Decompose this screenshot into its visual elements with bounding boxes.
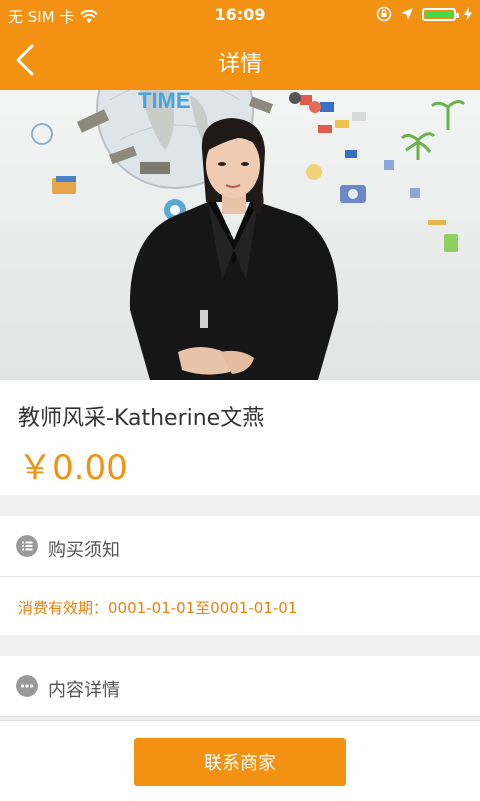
content-details-section[interactable]: 内容详情 [0, 656, 480, 717]
battery-fill [425, 10, 453, 18]
more-dots-icon [16, 675, 38, 697]
nav-bar: 详情 [0, 30, 480, 90]
battery-icon [422, 7, 459, 21]
product-info: 教师风采-Katherine文燕 ￥0.00 [0, 380, 480, 495]
product-name: 教师风采-Katherine文燕 [18, 406, 265, 431]
rotation-lock-icon [376, 6, 392, 22]
status-icons [376, 6, 472, 22]
content-details-header[interactable]: 内容详情 [0, 656, 480, 717]
contact-merchant-button[interactable]: 联系商家 [134, 738, 346, 786]
teacher-photo: TIME [0, 90, 480, 380]
location-arrow-icon [401, 8, 413, 20]
content-details-title: 内容详情 [48, 680, 120, 701]
hero-image: TIME [0, 90, 480, 380]
status-bar: 无 SIM 卡 16:09 [0, 0, 480, 30]
globe-sign-text: TIME [138, 90, 191, 113]
purchase-notice-section: 购买须知 消费有效期：0001-01-01至0001-01-01 [0, 516, 480, 635]
purchase-notice-header: 购买须知 [0, 516, 480, 577]
list-icon [16, 535, 38, 557]
product-price: ￥0.00 [18, 448, 128, 488]
validity-row: 消费有效期：0001-01-01至0001-01-01 [0, 577, 480, 635]
charging-bolt-icon [464, 7, 472, 21]
purchase-notice-title: 购买须知 [48, 540, 120, 561]
validity-text: 消费有效期：0001-01-01至0001-01-01 [18, 599, 298, 617]
bottom-action-bar: 联系商家 [0, 720, 480, 801]
page-title: 详情 [217, 52, 262, 77]
